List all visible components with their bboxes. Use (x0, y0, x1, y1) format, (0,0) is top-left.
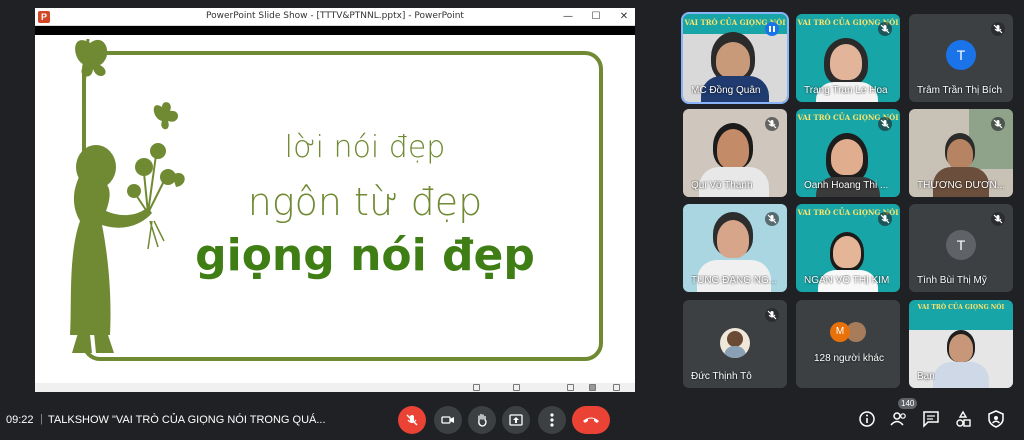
close-icon[interactable]: ✕ (612, 9, 636, 25)
window-title: PowerPoint Slide Show - [TTTV&PTNNL.pptx… (206, 11, 464, 21)
separator: | (40, 413, 43, 425)
clock: 09:22 (6, 414, 34, 426)
presentation-window: P PowerPoint Slide Show - [TTTV&PTNNL.pp… (35, 8, 635, 392)
participant-name: THƯƠNG DƯƠN... (917, 180, 1006, 191)
meeting-title: TALKSHOW "VAI TRÒ CỦA GIỌNG NÓI TRONG QU… (48, 414, 326, 426)
minimize-icon[interactable]: — (556, 9, 580, 25)
self-tile[interactable]: VAI TRÒ CỦA GIỌNG NÓI Bạn (909, 300, 1013, 388)
mic-off-icon (765, 308, 779, 322)
participant-name: Đức Thịnh Tô (691, 371, 752, 382)
mic-off-icon (991, 212, 1005, 226)
participant-name: Qui Võ Thanh (691, 180, 753, 191)
mic-off-icon (878, 22, 892, 36)
camera-icon (441, 416, 454, 424)
participant-tile[interactable]: Qui Võ Thanh (683, 109, 787, 197)
present-icon (509, 414, 523, 426)
participant-tile[interactable]: T Trâm Trần Thị Bích (909, 14, 1013, 102)
mic-off-icon (878, 212, 892, 226)
maximize-icon[interactable]: ☐ (584, 9, 608, 25)
participant-tile[interactable]: THƯƠNG DƯƠN... (909, 109, 1013, 197)
slide: lời nói đẹp ngôn từ đẹp giọng nói đẹp (35, 35, 635, 383)
participant-tile[interactable]: VAI TRÒ CỦA GIỌNG NÓI NGÂN VÕ THỊ KIM (796, 204, 900, 292)
participant-tile[interactable]: T Tình Bùi Thị Mỹ (909, 204, 1013, 292)
meet-screen: P PowerPoint Slide Show - [TTTV&PTNNL.pp… (0, 0, 1024, 440)
participant-name: Trâm Trần Thị Bích (917, 85, 1003, 96)
raise-hand-button[interactable] (468, 406, 496, 434)
slideshow-view-icon[interactable] (589, 384, 596, 391)
mic-off-icon (991, 117, 1005, 131)
slide-line-1: lời nói đẹp (284, 130, 446, 165)
camera-toggle-button[interactable] (434, 406, 462, 434)
avatar (720, 328, 750, 358)
participant-tile[interactable]: VAI TRÒ CỦA GIỌNG NÓI Trang Tran Le Hoa (796, 14, 900, 102)
participant-name: NGÂN VÕ THỊ KIM (804, 275, 890, 286)
prev-slide-icon[interactable] (473, 384, 480, 391)
ppt-titlebar: P PowerPoint Slide Show - [TTTV&PTNNL.pp… (35, 8, 635, 26)
more-icon (550, 413, 554, 427)
end-call-icon (583, 417, 599, 423)
mic-off-icon (765, 117, 779, 131)
normal-view-icon[interactable] (567, 384, 574, 391)
slide-line-2: ngôn từ đẹp (247, 180, 483, 224)
participant-name: Tình Bùi Thị Mỹ (917, 275, 987, 286)
mic-off-icon (878, 117, 892, 131)
slideshow-toolbar (35, 383, 635, 392)
leave-call-button[interactable] (572, 406, 610, 434)
participant-count-badge: 140 (898, 398, 918, 409)
others-tile[interactable]: M 128 người khác (796, 300, 900, 388)
host-controls-icon[interactable] (987, 410, 1005, 428)
speaking-indicator-icon (765, 22, 779, 36)
present-button[interactable] (502, 406, 530, 434)
next-slide-icon[interactable] (513, 384, 520, 391)
bottom-bar: 09:22 | TALKSHOW "VAI TRÒ CỦA GIỌNG NÓI … (0, 396, 1024, 440)
participant-tile[interactable]: VAI TRÒ CỦA GIỌNG NÓI Oanh Hoang Thi ... (796, 109, 900, 197)
raise-hand-icon (478, 413, 487, 427)
more-options-button[interactable] (538, 406, 566, 434)
avatar: T (946, 230, 976, 260)
participant-tile[interactable]: TÙNG ĐẶNG NG... (683, 204, 787, 292)
participant-name: MC Đồng Quân (691, 85, 761, 96)
participant-name: TÙNG ĐẶNG NG... (691, 275, 778, 286)
mic-toggle-button[interactable] (398, 406, 426, 434)
avatar: T (946, 40, 976, 70)
participant-name: Trang Tran Le Hoa (804, 85, 888, 96)
participant-tile[interactable]: Đức Thịnh Tô (683, 300, 787, 388)
participant-name: 128 người khác (814, 353, 884, 364)
mic-off-icon (406, 414, 418, 426)
reading-view-icon[interactable] (613, 384, 620, 391)
chat-icon[interactable] (922, 410, 940, 428)
avatar: M (830, 322, 850, 342)
participant-name: Oanh Hoang Thi ... (804, 180, 889, 191)
mic-off-icon (765, 212, 779, 226)
info-icon[interactable] (858, 410, 876, 428)
mic-off-icon (991, 22, 1005, 36)
people-icon[interactable] (890, 410, 908, 428)
participant-tile[interactable]: VAI TRÒ CỦA GIỌNG NÓI MC Đồng Quân (681, 12, 789, 104)
participant-name: Bạn (917, 371, 935, 382)
slide-line-3: giọng nói đẹp (195, 230, 535, 281)
activities-icon[interactable] (954, 410, 972, 428)
